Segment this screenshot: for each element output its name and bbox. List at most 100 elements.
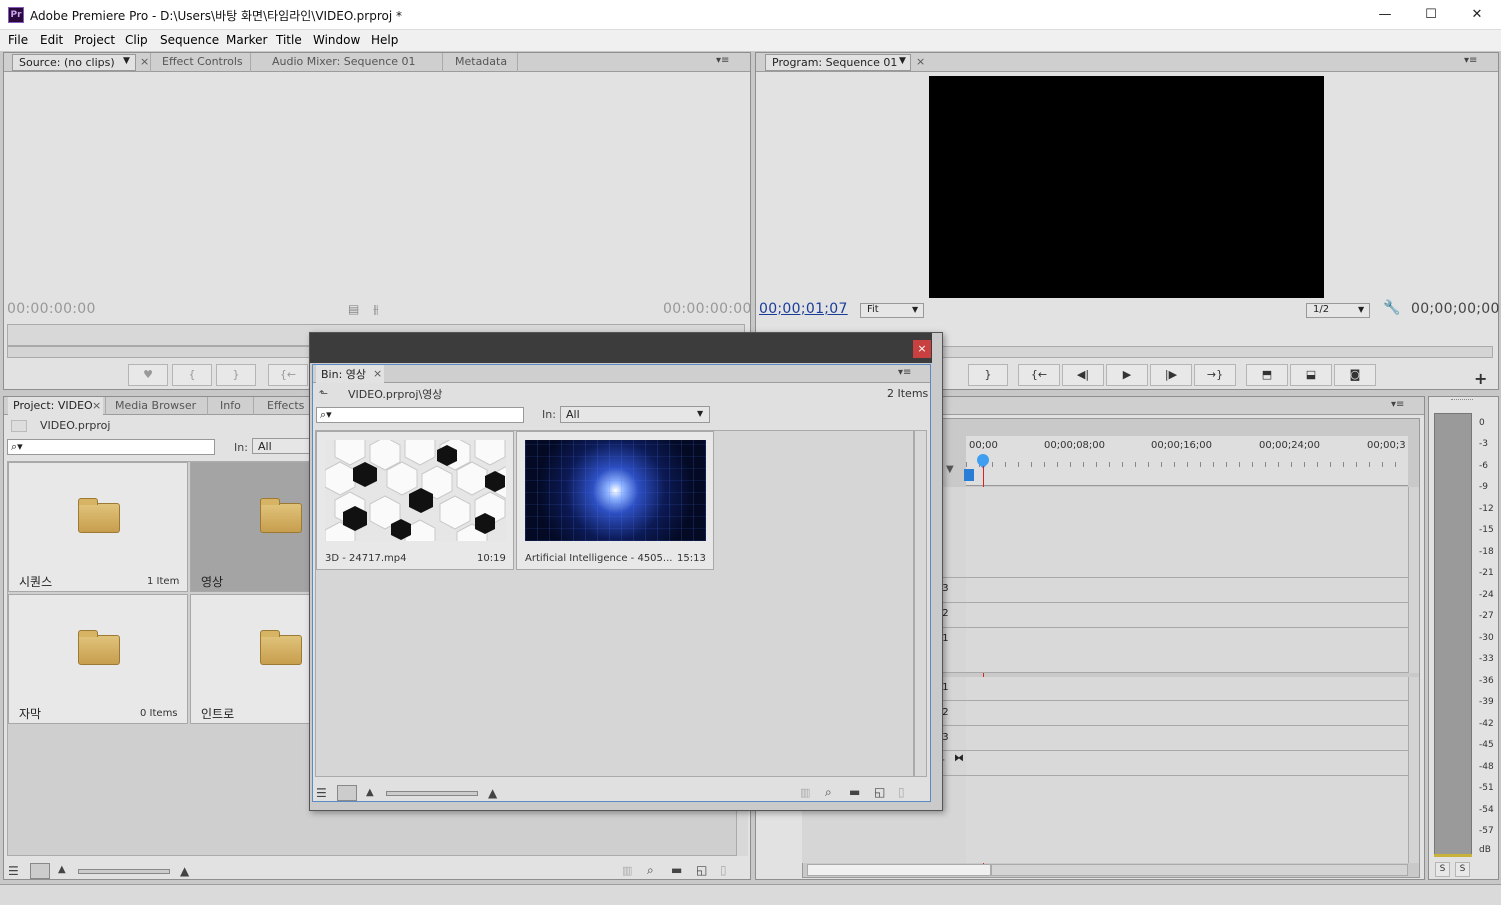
bin-scrollbar[interactable] [914, 430, 927, 777]
panel-menu-icon[interactable]: ▾≡ [1391, 399, 1404, 410]
tab-close-icon[interactable]: × [916, 55, 925, 68]
bin-item[interactable]: 자막 0 Items [8, 594, 188, 724]
mark-in-button[interactable]: { [172, 364, 212, 386]
find-icon[interactable]: ⌕ [825, 785, 832, 800]
new-item-icon[interactable]: ◱ [696, 863, 707, 877]
menu-window[interactable]: Window [313, 33, 360, 47]
tab-close-icon[interactable]: × [140, 55, 149, 68]
add-marker-button[interactable]: ♥ [128, 364, 168, 386]
list-view-icon[interactable]: ☰ [316, 786, 327, 800]
in-dropdown[interactable]: All [252, 438, 310, 454]
zoom-out-icon[interactable]: ▲ [58, 864, 66, 875]
play-button[interactable]: ▶ [1106, 364, 1148, 386]
film-icon[interactable]: ▤ [348, 302, 359, 316]
menu-clip[interactable]: Clip [125, 33, 148, 47]
go-to-in-button[interactable]: {← [268, 364, 308, 386]
tab-close-icon[interactable]: × [373, 367, 382, 380]
menu-file[interactable]: File [8, 33, 28, 47]
find-icon[interactable]: ⌕ [647, 863, 654, 878]
clip-item[interactable]: Artificial Intelligence - 4505... 15:13 [516, 431, 714, 570]
zoom-slider[interactable] [386, 791, 478, 796]
automate-icon[interactable]: ▥ [622, 864, 632, 877]
tab-info[interactable]: Info [207, 397, 253, 415]
menu-sequence[interactable]: Sequence [160, 33, 219, 47]
bin-item[interactable]: 인트로 [190, 594, 312, 724]
minimize-button[interactable]: — [1362, 0, 1408, 30]
program-timecode[interactable]: 00;00;01;07 [759, 301, 848, 317]
folder-icon [78, 498, 120, 533]
bin-search-input[interactable]: ⌕▾ [316, 407, 524, 423]
tab-program[interactable]: Program: Sequence 01 ▼ [765, 54, 911, 71]
resolution-dropdown[interactable]: 1/2 ▼ [1306, 303, 1370, 318]
extract-button[interactable]: ⬓ [1290, 364, 1332, 386]
timeline-horizontal-scrollbar[interactable] [991, 864, 1408, 876]
menu-marker[interactable]: Marker [226, 33, 267, 47]
solo-right-button[interactable]: S [1455, 862, 1470, 877]
menu-edit[interactable]: Edit [40, 33, 63, 47]
bin-item[interactable]: 시퀀스 1 Item [8, 462, 188, 592]
tab-project[interactable]: Project: VIDEO × [8, 397, 103, 415]
marker-icon[interactable]: ▼ [946, 464, 954, 475]
tab-bin[interactable]: Bin: 영상 × [316, 365, 384, 383]
work-area-marker-icon[interactable] [964, 469, 974, 481]
zoom-in-icon[interactable]: ▲ [180, 864, 189, 878]
close-button[interactable]: ✕ [1454, 0, 1500, 30]
parent-bin-icon[interactable]: ⬑ [319, 387, 328, 400]
automate-icon[interactable]: ▥ [800, 786, 810, 799]
tab-metadata[interactable]: Metadata [442, 53, 518, 72]
solo-left-button[interactable]: S [1435, 862, 1450, 877]
step-forward-button[interactable]: |▶ [1150, 364, 1192, 386]
tab-effect-controls[interactable]: Effect Controls [150, 53, 250, 72]
fit-dropdown[interactable]: Fit ▼ [860, 303, 924, 318]
panel-menu-icon[interactable]: ▾≡ [716, 55, 729, 66]
zoom-in-icon[interactable]: ▲ [488, 786, 497, 800]
plus-icon[interactable]: + [1474, 369, 1487, 388]
bin-window-titlebar[interactable] [310, 333, 932, 363]
bin-close-button[interactable]: × [913, 340, 931, 358]
zoom-slider[interactable] [78, 869, 170, 874]
trash-icon[interactable]: ▯ [898, 785, 905, 799]
master-track-icon[interactable]: ⧓ [954, 753, 964, 764]
source-timecode-in[interactable]: 00:00:00:00 [7, 301, 96, 317]
panel-menu-icon[interactable]: ▾≡ [1464, 55, 1477, 66]
timeline-audio-scrollbar[interactable] [1408, 677, 1419, 863]
program-video-viewer[interactable] [929, 76, 1324, 298]
list-view-icon[interactable]: ☰ [8, 864, 19, 878]
bin-item-count: 2 Items [887, 387, 929, 400]
tab-effects[interactable]: Effects [253, 397, 311, 415]
zoom-out-icon[interactable]: ▲ [366, 787, 374, 798]
new-bin-icon[interactable]: ▬ [849, 785, 860, 799]
maximize-button[interactable]: ☐ [1408, 0, 1454, 30]
chevron-down-icon[interactable]: ▼ [899, 56, 906, 66]
bin-item-selected[interactable]: 영상 [190, 462, 312, 592]
go-to-out-button[interactable]: →} [1194, 364, 1236, 386]
mark-out-button[interactable]: } [216, 364, 256, 386]
tab-source[interactable]: Source: (no clips) ▼ [12, 54, 136, 71]
tab-media-browser[interactable]: Media Browser [105, 397, 207, 415]
chevron-down-icon[interactable]: ▼ [123, 56, 130, 66]
bin-in-dropdown[interactable]: All ▼ [560, 406, 710, 423]
program-zoom-bar[interactable] [930, 346, 1493, 358]
menu-title[interactable]: Title [276, 33, 302, 47]
project-search-input[interactable]: ⌕▾ [7, 439, 215, 455]
timeline-video-scrollbar[interactable] [1408, 487, 1419, 673]
wrench-icon[interactable]: 🔧 [1383, 300, 1400, 316]
icon-view-icon[interactable] [337, 785, 357, 801]
clip-item[interactable]: 3D - 24717.mp4 10:19 [316, 431, 514, 570]
timeline-zoom-scroll[interactable] [807, 864, 991, 876]
step-back-button[interactable]: ◀| [1062, 364, 1104, 386]
menu-help[interactable]: Help [371, 33, 398, 47]
new-bin-icon[interactable]: ▬ [671, 863, 682, 877]
tab-close-icon[interactable]: × [92, 399, 101, 412]
menu-project[interactable]: Project [74, 33, 115, 47]
lift-button[interactable]: ⬒ [1246, 364, 1288, 386]
tab-audio-mixer[interactable]: Audio Mixer: Sequence 01 [250, 53, 442, 72]
new-item-icon[interactable]: ◱ [874, 785, 885, 799]
camera-icon[interactable]: ◙ [1334, 364, 1376, 386]
trash-icon[interactable]: ▯ [720, 863, 727, 877]
panel-menu-icon[interactable]: ▾≡ [898, 367, 911, 378]
go-to-in-button[interactable]: {← [1018, 364, 1060, 386]
icon-view-icon[interactable] [30, 863, 50, 879]
mark-out-button[interactable]: } [968, 364, 1008, 386]
drag-audio-icon[interactable]: ⫵ [373, 302, 379, 317]
